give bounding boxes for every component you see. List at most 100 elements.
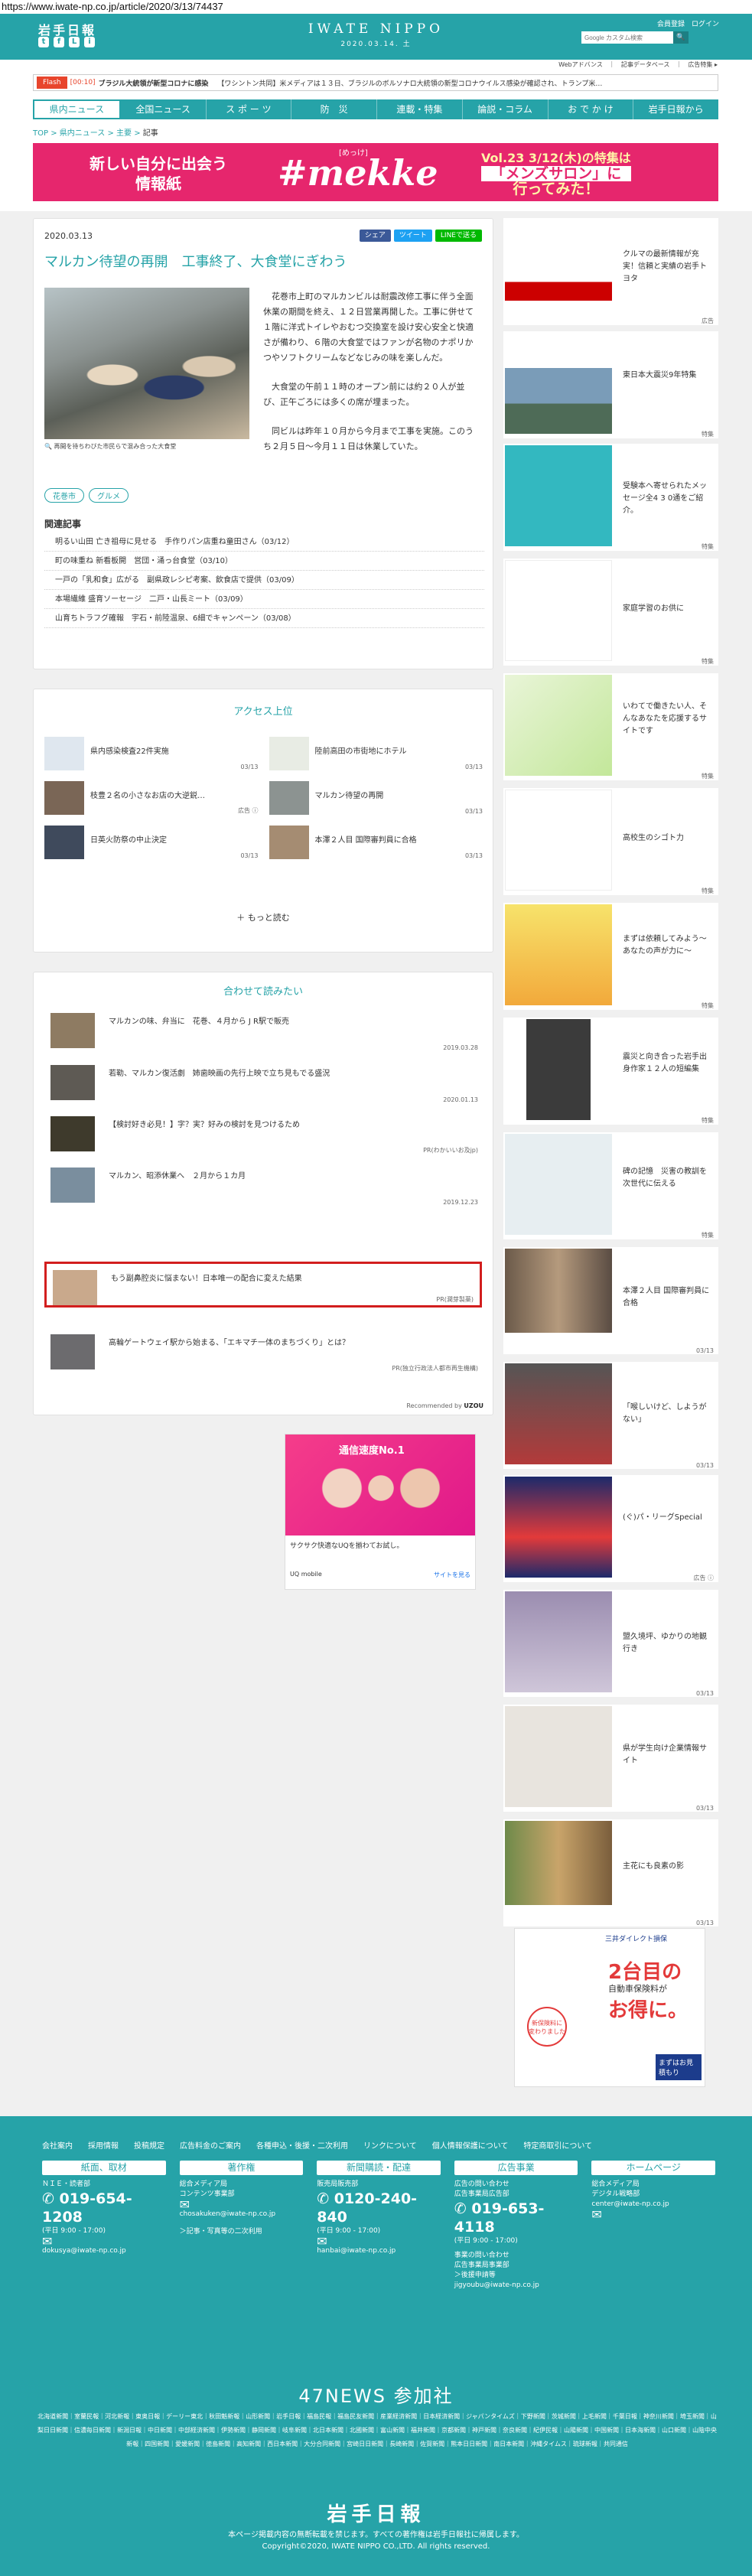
sidebar-item-pacific[interactable]: (ぐ)パ・リーグSpecial 広告 ⓘ <box>503 1475 718 1582</box>
sidebar-item-tanpen[interactable]: 震災と向き合った岩手出身作家１２人の短編集 特集 <box>503 1018 718 1125</box>
together-item-highlighted[interactable]: もう副鼻腔炎に悩まない！日本唯一の配合に変えた結果 PR(潤芽製薬) <box>44 1262 482 1308</box>
facebook-icon[interactable]: f <box>54 37 64 47</box>
footer-link[interactable]: 広告料金のご案内 <box>180 2139 241 2151</box>
together-item[interactable]: 【検討好き必見！】字？実？好みの検討を見つけるため PR(わかいいお及jp) <box>44 1110 484 1156</box>
line-icon[interactable]: L <box>69 37 80 47</box>
nav-item-kennai[interactable]: 県内ニュース <box>33 99 121 119</box>
sidebar-item-yoganai[interactable]: 「喉しいけど、しようがない」 03/13 <box>503 1362 718 1469</box>
login-links[interactable]: 会員登録 ログイン <box>581 18 719 28</box>
footer-note[interactable]: 事業の問い合わせ 広告事業局事業部 ＞後援申請等 <box>454 2251 578 2281</box>
ranking-item[interactable]: 枝豊２名の小さなお店の大逆鋭… 広告 ⓘ <box>44 781 260 815</box>
ranking-item[interactable]: 本澤２人目 国際審判員に合格 03/13 <box>269 826 485 859</box>
footer-link[interactable]: 採用情報 <box>88 2139 119 2151</box>
phone-number[interactable]: ✆ 019-653-4118 <box>454 2200 578 2236</box>
phone-number[interactable]: ✆ 019-654-1208 <box>42 2190 166 2226</box>
recommended-by[interactable]: Recommended by UZOU <box>406 1402 483 1409</box>
together-item[interactable]: 若勒、マルカン復活劇 姉歯映画の先行上映で立ち見もでる盛況 2020.01.13 <box>44 1059 484 1105</box>
ad-image[interactable]: 通信速度No.1 <box>285 1435 475 1536</box>
footer-link[interactable]: 各種申込・後援・二次利用 <box>256 2139 348 2151</box>
sub-links[interactable]: Webアドバンス ｜ 記事データベース ｜ 広告特集 ▸ <box>558 60 718 69</box>
related-item[interactable]: 明るい山田 亡き祖母に見せる 手作りパン店重ね童田さん（03/12） <box>44 532 484 552</box>
sidebar-item-iwatede[interactable]: いわてで働きたい人、そんなあなたを応援するサイトです 特集 <box>503 673 718 780</box>
site-logo[interactable]: 岩手日報 <box>38 20 96 38</box>
sidebar-item-shinsai[interactable]: 東日本大震災9年特集 特集 <box>503 331 718 438</box>
sidebar-text: 主花にも良素の影 <box>623 1862 684 1871</box>
header-utility: 会員登録 ログイン 🔍 <box>581 18 719 44</box>
breadcrumb-top[interactable]: TOP <box>33 129 48 138</box>
nav-item-odekake[interactable]: お で か け <box>549 99 634 119</box>
flash-ticker[interactable]: Flash [00:10] ブラジル大統領が新型コロナに感染 【ワシントン共同】… <box>33 74 718 91</box>
mekke-banner[interactable]: 新しい自分に出会う 情報紙 [めっけ] #mekke Vol.23 3/12(木… <box>33 143 718 201</box>
breadcrumb-kennai[interactable]: 県内ニュース <box>60 129 106 138</box>
nav-item-zenkoku[interactable]: 全国ニュース <box>121 99 207 119</box>
ranking-item[interactable]: マルカン待望の再開 03/13 <box>269 781 485 815</box>
article-photo[interactable] <box>44 288 249 439</box>
line-share-button[interactable]: LINEで送る <box>435 230 482 242</box>
ishibumi-image <box>505 1134 612 1235</box>
sidebar-text: 県が学生向け企業情報サイト <box>623 1744 707 1765</box>
ranking-item[interactable]: 日英火防祭の中止決定 03/13 <box>44 826 260 859</box>
sidebar-item-ishibumi[interactable]: 碑の記憶 災害の教訓を次世代に伝える 特集 <box>503 1132 718 1239</box>
footer-link[interactable]: 個人情報保護について <box>432 2139 509 2151</box>
47news-members[interactable]: 北海道新聞｜室蘭民報｜河北新報｜東奥日報｜デーリー東北｜秋田魁新報｜山形新聞｜岩… <box>37 2410 718 2451</box>
sidebar-item-toyota[interactable]: クルマの最新情報が充実！信頼と実績の岩手トヨタ 広告 <box>503 218 718 325</box>
more-button[interactable]: ＋ もっと読む <box>34 911 493 923</box>
sidebar-item-ryoso[interactable]: 主花にも良素の影 03/13 <box>503 1819 718 1926</box>
banner-left-text: 新しい自分に出会う 情報紙 <box>90 155 227 193</box>
related-item[interactable]: 山育ちトラフグ確報 宇石・前陸温泉、6細でキャンペーン（03/08） <box>44 609 484 628</box>
ad-cta-button[interactable]: まずはお見積もり <box>656 2054 702 2080</box>
together-item[interactable]: マルカン、昭添休業へ ２月から１カ月 2019.12.23 <box>44 1161 484 1207</box>
sidebar-item-yukari[interactable]: 盟久境坪、ゆかりの地観行き 03/13 <box>503 1590 718 1697</box>
instagram-icon[interactable]: i <box>84 37 95 47</box>
footer-email[interactable]: chosakuken@iwate-np.co.jp <box>180 2210 304 2219</box>
together-item[interactable]: マルカンの味、弁当に 花巻、４月から J R駅で販売 2019.03.28 <box>44 1007 484 1053</box>
facebook-share-button[interactable]: シェア <box>359 230 391 242</box>
sidebar-text: 「喉しいけど、しようがない」 <box>623 1403 707 1424</box>
footer-link[interactable]: 特定商取引について <box>523 2139 592 2151</box>
related-item[interactable]: 一戸の「乳和食」広がる 副県政レシピ考案、飲食店で提供（03/09） <box>44 571 484 590</box>
footer-logo[interactable]: 岩手日報 <box>0 2499 752 2527</box>
brand-block[interactable]: IWATE NIPPO 2020.03.14. 土 <box>294 21 458 48</box>
related-item[interactable]: 本場繊維 盛育ソーセージ 二戸・山長ミート（03/09） <box>44 590 484 609</box>
search-icon[interactable]: 🔍 <box>673 31 689 44</box>
together-item[interactable]: 高輪ゲートウェイ駅から始まる、「エキマチ一体のまちづくり」とは？ PR(独立行政法… <box>44 1328 484 1374</box>
footer-link[interactable]: 投稿規定 <box>134 2139 164 2151</box>
related-item[interactable]: 町の味重ね 新看板開 営団・涌っ台食堂（03/10） <box>44 552 484 571</box>
nav-item-bousai[interactable]: 防 災 <box>291 99 377 119</box>
footer-link[interactable]: 会社案内 <box>42 2139 73 2151</box>
sidebar-item-shinpan[interactable]: 本澤２人目 国際審判員に合格 03/13 <box>503 1247 718 1354</box>
sidebar-item-gakushu[interactable]: 家庭学習のお供に 特集 <box>503 559 718 666</box>
sidebar-item-juken[interactable]: 受験本へ寄せられたメッセージ全4 3 0通をご紹介。 特集 <box>503 444 718 551</box>
search-input[interactable] <box>581 31 673 44</box>
ad-headline: 通信速度No.1 <box>339 1445 405 1457</box>
footer-note-link[interactable]: ＞記事・写真等の二次利用 <box>180 2227 304 2237</box>
footer-email[interactable]: dokusya@iwate-np.co.jp <box>42 2246 166 2256</box>
together-meta: PR(独立行政法人都市再生機構) <box>392 1365 478 1372</box>
nav-item-sports[interactable]: ス ポ ー ツ <box>207 99 292 119</box>
phone-number[interactable]: ✆ 0120-240-840 <box>317 2190 441 2226</box>
url-bar[interactable]: https://www.iwate-np.co.jp/article/2020/… <box>0 0 752 14</box>
uq-mobile-ad[interactable]: 通信速度No.1 サクサク快適なUQを揃わてお試し。 UQ mobile サイト… <box>285 1434 476 1590</box>
footer-link[interactable]: リンクについて <box>363 2139 417 2151</box>
ranking-item[interactable]: 県内感染検査22件実施 03/13 <box>44 737 260 770</box>
nav-item-iwatenippo[interactable]: 岩手日報から <box>633 99 718 119</box>
twitter-icon[interactable]: t <box>38 37 49 47</box>
footer-email[interactable]: center@iwate-np.co.jp <box>591 2200 715 2210</box>
tag-hanamaki[interactable]: 花巻市 <box>44 488 84 503</box>
footer-email[interactable]: hanbai@iwate-np.co.jp <box>317 2246 441 2256</box>
flash-text[interactable]: 【ワシントン共同】米メディアは１３日、ブラジルのボルソナロ大統領の新型コロナウイ… <box>217 78 602 88</box>
tag-gourmet[interactable]: グルメ <box>89 488 129 503</box>
mitsui-direct-ad[interactable]: 三井ダイレクト損保 2台目の 自動車保険料が お得に。 新保険料に 変わりました… <box>514 1928 705 2087</box>
flash-headline[interactable]: ブラジル大統領が新型コロナに感染 <box>99 78 209 88</box>
nav-item-ronsetsu[interactable]: 論説・コラム <box>463 99 549 119</box>
ranking-thumb <box>269 737 309 770</box>
footer-email[interactable]: jigyoubu@iwate-np.co.jp <box>454 2281 578 2291</box>
sidebar-item-irai[interactable]: まずは依頼してみよう～あなたの声が力に～ 特集 <box>503 903 718 1010</box>
ad-cta-link[interactable]: サイトを見る <box>434 1571 470 1579</box>
breadcrumb-shuyou[interactable]: 主要 <box>116 129 132 138</box>
tweet-button[interactable]: ツイート <box>393 230 432 242</box>
sidebar-item-shigoto[interactable]: 高校生のシゴト力 特集 <box>503 788 718 895</box>
nav-item-rensai[interactable]: 連載・特集 <box>377 99 463 119</box>
ranking-item[interactable]: 陸前高田の市街地にホテル 03/13 <box>269 737 485 770</box>
sidebar-item-kigyou[interactable]: 県が学生向け企業情報サイト 03/13 <box>503 1705 718 1812</box>
